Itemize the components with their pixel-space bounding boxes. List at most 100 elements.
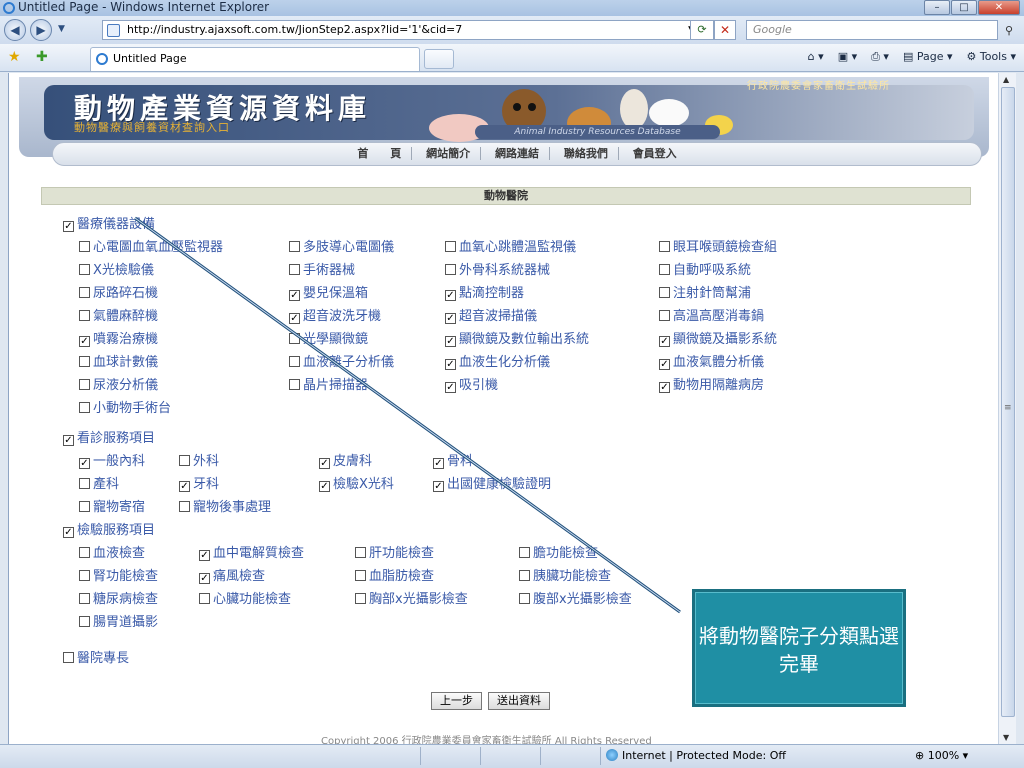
checkbox[interactable] [445, 264, 456, 275]
equipment-checkbox[interactable]: 自動呼吸系統 [659, 259, 751, 278]
equipment-checkbox[interactable]: ✓ 點滴控制器 [445, 282, 524, 301]
checkbox[interactable]: ✓ [659, 359, 670, 370]
service-checkbox[interactable]: ✓ 皮膚科 [319, 450, 372, 469]
close-button[interactable]: ✕ [978, 0, 1020, 15]
group-checkbox[interactable]: ✓ 看診服務項目 [63, 427, 155, 446]
search-icon[interactable]: ⚲ [1005, 22, 1013, 40]
equipment-checkbox[interactable]: 尿路碎石機 [79, 282, 158, 301]
equipment-checkbox[interactable]: ✓ 血液生化分析儀 [445, 351, 550, 370]
equipment-checkbox[interactable]: ✓ 顯微鏡及攝影系統 [659, 328, 777, 347]
checkbox[interactable]: ✓ [63, 221, 74, 232]
refresh-button[interactable]: ⟳ [690, 20, 714, 40]
checkbox[interactable] [355, 547, 366, 558]
checkbox[interactable] [659, 241, 670, 252]
checkbox[interactable] [79, 264, 90, 275]
scroll-up-icon[interactable]: ▲ [1003, 75, 1009, 84]
checkbox[interactable]: ✓ [659, 382, 670, 393]
equipment-checkbox[interactable]: ✓ 嬰兒保溫箱 [289, 282, 368, 301]
service-checkbox[interactable]: 寵物寄宿 [79, 496, 145, 515]
test-checkbox[interactable]: 腹部x光攝影檢查 [519, 588, 632, 607]
checkbox[interactable]: ✓ [445, 336, 456, 347]
checkbox[interactable] [179, 455, 190, 466]
home-icon[interactable]: ⌂ ▾ [808, 50, 824, 64]
nav-contact[interactable]: 聯絡我們 [553, 147, 619, 160]
checkbox[interactable] [519, 547, 530, 558]
checkbox[interactable] [79, 287, 90, 298]
checkbox[interactable] [79, 547, 90, 558]
nav-login[interactable]: 會員登入 [623, 147, 687, 160]
test-checkbox[interactable]: 糖尿病檢查 [79, 588, 158, 607]
equipment-checkbox[interactable]: 血液離子分析儀 [289, 351, 394, 370]
equipment-checkbox[interactable]: 小動物手術台 [79, 397, 171, 416]
maximize-button[interactable]: □ [951, 0, 977, 15]
checkbox[interactable] [79, 478, 90, 489]
minimize-button[interactable]: – [924, 0, 950, 15]
checkbox[interactable]: ✓ [199, 573, 210, 584]
service-checkbox[interactable]: ✓ 骨科 [433, 450, 473, 469]
zoom-control[interactable]: ⊕ 100% ▾ [915, 749, 968, 762]
checkbox[interactable]: ✓ [445, 359, 456, 370]
equipment-checkbox[interactable]: 眼耳喉頭鏡檢查組 [659, 236, 777, 255]
test-checkbox[interactable]: 血脂肪檢查 [355, 565, 434, 584]
equipment-checkbox[interactable]: 高溫高壓消毒鍋 [659, 305, 764, 324]
checkbox[interactable] [289, 241, 300, 252]
nav-home[interactable]: 首 頁 [347, 147, 413, 160]
checkbox[interactable] [289, 379, 300, 390]
checkbox[interactable]: ✓ [79, 336, 90, 347]
equipment-checkbox[interactable]: ✓ 顯微鏡及數位輸出系統 [445, 328, 589, 347]
checkbox[interactable]: ✓ [433, 458, 444, 469]
checkbox[interactable] [79, 402, 90, 413]
service-checkbox[interactable]: 寵物後事處理 [179, 496, 271, 515]
equipment-checkbox[interactable]: ✓ 超音波洗牙機 [289, 305, 381, 324]
test-checkbox[interactable]: ✓ 痛風檢查 [199, 565, 265, 584]
equipment-checkbox[interactable]: 血氧心跳體溫監視儀 [445, 236, 576, 255]
checkbox[interactable] [445, 241, 456, 252]
security-zone[interactable]: Internet | Protected Mode: Off [606, 749, 786, 762]
print-icon[interactable]: ⎙ ▾ [871, 50, 889, 64]
checkbox[interactable]: ✓ [79, 458, 90, 469]
equipment-checkbox[interactable]: 尿液分析儀 [79, 374, 158, 393]
service-checkbox[interactable]: ✓ 檢驗X光科 [319, 473, 394, 492]
scroll-thumb[interactable] [1001, 87, 1015, 717]
checkbox[interactable]: ✓ [199, 550, 210, 561]
back-button[interactable]: ◀ [4, 19, 26, 41]
tools-menu[interactable]: ⚙ Tools ▾ [967, 50, 1017, 64]
test-checkbox[interactable]: 胸部x光攝影檢查 [355, 588, 468, 607]
checkbox[interactable] [659, 287, 670, 298]
checkbox[interactable]: ✓ [179, 481, 190, 492]
service-checkbox[interactable]: ✓ 一般內科 [79, 450, 145, 469]
group-checkbox[interactable]: 醫院專長 [63, 647, 129, 666]
checkbox[interactable] [355, 570, 366, 581]
add-favorites-icon[interactable]: ✚ [36, 49, 48, 65]
checkbox[interactable] [289, 333, 300, 344]
service-checkbox[interactable]: 外科 [179, 450, 219, 469]
nav-about[interactable]: 網站簡介 [416, 147, 482, 160]
checkbox[interactable]: ✓ [659, 336, 670, 347]
test-checkbox[interactable]: ✓ 血中電解質檢查 [199, 542, 304, 561]
test-checkbox[interactable]: 心臟功能檢查 [199, 588, 291, 607]
equipment-checkbox[interactable]: 血球計數儀 [79, 351, 158, 370]
equipment-checkbox[interactable]: ✓ 噴霧治療機 [79, 328, 158, 347]
checkbox[interactable] [79, 570, 90, 581]
page-menu[interactable]: ▤ Page ▾ [903, 50, 953, 64]
checkbox[interactable] [289, 356, 300, 367]
equipment-checkbox[interactable]: 氣體麻醉機 [79, 305, 158, 324]
scroll-down-icon[interactable]: ▼ [1003, 733, 1009, 742]
equipment-checkbox[interactable]: 光學顯微鏡 [289, 328, 368, 347]
equipment-checkbox[interactable]: 外骨科系統器械 [445, 259, 550, 278]
equipment-checkbox[interactable]: ✓ 吸引機 [445, 374, 498, 393]
submit-data-button[interactable]: 送出資料 [488, 692, 550, 710]
equipment-checkbox[interactable]: 手術器械 [289, 259, 355, 278]
checkbox[interactable] [79, 310, 90, 321]
checkbox[interactable]: ✓ [319, 481, 330, 492]
checkbox[interactable]: ✓ [289, 313, 300, 324]
equipment-checkbox[interactable]: 多肢導心電圖儀 [289, 236, 394, 255]
checkbox[interactable] [289, 264, 300, 275]
forward-button[interactable]: ▶ [30, 19, 52, 41]
service-checkbox[interactable]: ✓ 出國健康檢驗證明 [433, 473, 551, 492]
checkbox[interactable]: ✓ [289, 290, 300, 301]
equipment-checkbox[interactable]: 晶片掃描器 [289, 374, 368, 393]
test-checkbox[interactable]: 胰臟功能檢查 [519, 565, 611, 584]
equipment-checkbox[interactable]: ✓ 動物用隔離病房 [659, 374, 764, 393]
feeds-icon[interactable]: ▣ ▾ [838, 50, 857, 64]
